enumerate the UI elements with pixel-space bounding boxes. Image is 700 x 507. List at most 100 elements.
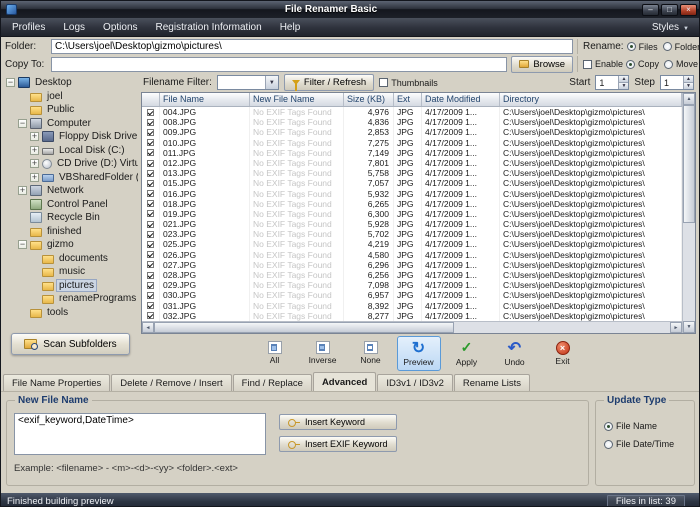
table-row[interactable]: 015.JPGNo EXIF Tags Found7,057JPG4/17/20…	[142, 178, 682, 188]
row-checkbox[interactable]	[142, 229, 160, 239]
table-row[interactable]: 009.JPGNo EXIF Tags Found2,853JPG4/17/20…	[142, 127, 682, 137]
browse-button[interactable]: Browse	[511, 56, 573, 73]
inverse-button[interactable]: Inverse	[301, 336, 345, 371]
collapse-icon[interactable]: −	[18, 119, 27, 128]
insert-keyword-button[interactable]: Insert Keyword	[279, 414, 397, 430]
tree-item-documents[interactable]: documents	[3, 252, 138, 266]
row-checkbox[interactable]	[142, 138, 160, 148]
table-row[interactable]: 021.JPGNo EXIF Tags Found5,928JPG4/17/20…	[142, 219, 682, 229]
row-checkbox[interactable]	[142, 239, 160, 249]
copy-option-copy[interactable]: Copy	[626, 59, 659, 69]
column-header-checkbox[interactable]	[142, 93, 160, 106]
scroll-up-icon[interactable]	[683, 93, 695, 105]
table-row[interactable]: 023.JPGNo EXIF Tags Found5,702JPG4/17/20…	[142, 229, 682, 239]
tree-item-joel[interactable]: joel	[3, 90, 138, 104]
menu-item-help[interactable]: Help	[271, 20, 310, 35]
tree-item-floppy-disk-drive-a[interactable]: +Floppy Disk Drive (A:)	[3, 130, 138, 144]
apply-button[interactable]: Apply	[445, 336, 489, 371]
rename-option-files[interactable]: Files	[627, 42, 658, 52]
table-row[interactable]: 018.JPGNo EXIF Tags Found6,265JPG4/17/20…	[142, 199, 682, 209]
exit-button[interactable]: Exit	[541, 336, 585, 371]
expand-icon[interactable]: +	[18, 186, 27, 195]
filename-filter-combo[interactable]	[217, 75, 279, 90]
dropdown-arrow-icon[interactable]	[265, 76, 278, 89]
horizontal-scrollbar[interactable]	[142, 321, 682, 333]
row-checkbox[interactable]	[142, 127, 160, 137]
tree-item-pictures[interactable]: pictures	[3, 279, 138, 293]
row-checkbox[interactable]	[142, 199, 160, 209]
spin-down-icon[interactable]	[683, 83, 693, 89]
row-checkbox[interactable]	[142, 219, 160, 229]
table-row[interactable]: 028.JPGNo EXIF Tags Found6,256JPG4/17/20…	[142, 270, 682, 280]
row-checkbox[interactable]	[142, 290, 160, 300]
tree-item-finished[interactable]: finished	[3, 225, 138, 239]
insert-exif-keyword-button[interactable]: Insert EXIF Keyword	[279, 436, 397, 452]
rename-option-folders[interactable]: Folders	[663, 42, 700, 52]
tab-id3v1-id3v2[interactable]: ID3v1 / ID3v2	[377, 374, 453, 391]
scrollbar-thumb[interactable]	[683, 105, 695, 223]
row-checkbox[interactable]	[142, 148, 160, 158]
scroll-left-icon[interactable]	[142, 322, 154, 333]
tree-item-local-disk-c[interactable]: +Local Disk (C:)	[3, 144, 138, 158]
table-row[interactable]: 025.JPGNo EXIF Tags Found4,219JPG4/17/20…	[142, 239, 682, 249]
undo-button[interactable]: Undo	[493, 336, 537, 371]
menu-item-logs[interactable]: Logs	[54, 20, 94, 35]
row-checkbox[interactable]	[142, 250, 160, 260]
tree-item-control-panel[interactable]: Control Panel	[3, 198, 138, 212]
row-checkbox[interactable]	[142, 107, 160, 117]
table-row[interactable]: 012.JPGNo EXIF Tags Found7,801JPG4/17/20…	[142, 158, 682, 168]
thumbnails-checkbox[interactable]: Thumbnails	[379, 78, 438, 88]
expand-icon[interactable]: +	[30, 146, 39, 155]
tree-item-computer[interactable]: −Computer	[3, 117, 138, 131]
row-checkbox[interactable]	[142, 280, 160, 290]
column-header-directory[interactable]: Directory	[500, 93, 682, 106]
scrollbar-thumb[interactable]	[154, 322, 454, 333]
row-checkbox[interactable]	[142, 117, 160, 127]
table-row[interactable]: 019.JPGNo EXIF Tags Found6,300JPG4/17/20…	[142, 209, 682, 219]
menu-item-registration-information[interactable]: Registration Information	[147, 20, 271, 35]
tree-item-renameprograms[interactable]: renamePrograms	[3, 292, 138, 306]
table-row[interactable]: 010.JPGNo EXIF Tags Found7,275JPG4/17/20…	[142, 138, 682, 148]
new-file-name-input[interactable]: <exif_keyword,DateTime>	[14, 413, 266, 455]
table-row[interactable]: 030.JPGNo EXIF Tags Found6,957JPG4/17/20…	[142, 290, 682, 300]
tab-advanced[interactable]: Advanced	[313, 372, 376, 391]
maximize-button[interactable]	[661, 4, 678, 16]
tab-rename-lists[interactable]: Rename Lists	[454, 374, 530, 391]
start-spinner[interactable]: 1	[595, 75, 629, 90]
tree-item-tools[interactable]: tools	[3, 306, 138, 320]
menu-item-profiles[interactable]: Profiles	[3, 20, 54, 35]
collapse-icon[interactable]: −	[18, 240, 27, 249]
row-checkbox[interactable]	[142, 301, 160, 311]
column-header-new-file-name[interactable]: New File Name	[250, 93, 344, 106]
scroll-right-icon[interactable]	[670, 322, 682, 333]
copy-to-input[interactable]	[51, 57, 507, 72]
preview-button[interactable]: Preview	[397, 336, 441, 371]
table-row[interactable]: 004.JPGNo EXIF Tags Found4,976JPG4/17/20…	[142, 107, 682, 117]
table-row[interactable]: 011.JPGNo EXIF Tags Found7,149JPG4/17/20…	[142, 148, 682, 158]
row-checkbox[interactable]	[142, 189, 160, 199]
title-bar[interactable]: File Renamer Basic	[1, 1, 699, 18]
table-row[interactable]: 013.JPGNo EXIF Tags Found5,758JPG4/17/20…	[142, 168, 682, 178]
all-button[interactable]: All	[253, 336, 297, 371]
column-header-date-modified[interactable]: Date Modified	[422, 93, 500, 106]
update-type-option-file-name[interactable]: File Name	[604, 421, 657, 431]
tree-item-cd-drive-d-virtualbox-guest[interactable]: +CD Drive (D:) VirtualBox Guest	[3, 157, 138, 171]
column-header-size-kb[interactable]: Size (KB)	[344, 93, 394, 106]
expand-icon[interactable]: +	[30, 132, 39, 141]
tree-item-public[interactable]: Public	[3, 103, 138, 117]
tab-file-name-properties[interactable]: File Name Properties	[3, 374, 110, 391]
column-header-ext[interactable]: Ext	[394, 93, 422, 106]
close-button[interactable]	[680, 4, 697, 16]
tree-item-desktop[interactable]: −Desktop	[3, 76, 138, 90]
update-type-option-file-date-time[interactable]: File Date/Time	[604, 439, 674, 449]
tree-item-music[interactable]: music	[3, 265, 138, 279]
copy-option-move[interactable]: Move	[664, 59, 698, 69]
enable-checkbox[interactable]: Enable	[583, 59, 623, 69]
spin-up-icon[interactable]	[683, 76, 693, 83]
table-row[interactable]: 008.JPGNo EXIF Tags Found4,836JPG4/17/20…	[142, 117, 682, 127]
row-checkbox[interactable]	[142, 158, 160, 168]
scroll-down-icon[interactable]	[683, 321, 695, 333]
row-checkbox[interactable]	[142, 270, 160, 280]
tree-item-network[interactable]: +Network	[3, 184, 138, 198]
table-row[interactable]: 031.JPGNo EXIF Tags Found8,392JPG4/17/20…	[142, 301, 682, 311]
